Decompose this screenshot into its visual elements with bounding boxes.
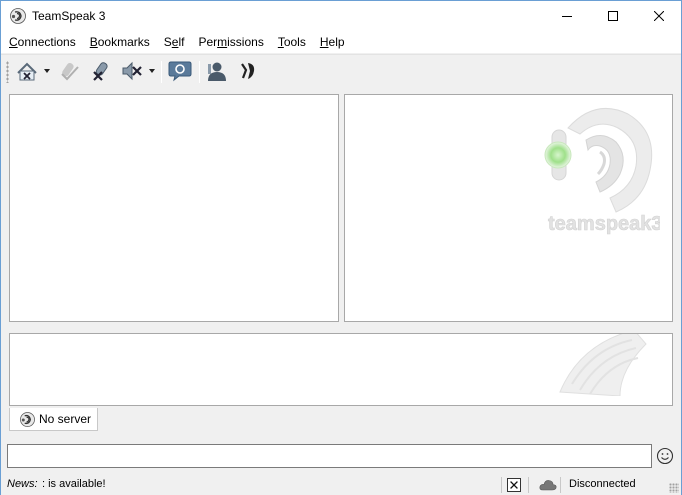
whisper-button[interactable]: [235, 59, 261, 83]
minimize-button[interactable]: [544, 1, 590, 31]
tab-label: No server: [39, 412, 92, 426]
menu-permissions[interactable]: Permissions: [191, 31, 270, 53]
emoji-icon[interactable]: [656, 447, 674, 465]
news-text[interactable]: : is available!: [42, 478, 106, 490]
disconnect-icon: [17, 62, 37, 81]
chat-log-panel[interactable]: [9, 333, 673, 406]
away-button[interactable]: [57, 59, 83, 83]
chevron-down-icon: [149, 69, 155, 73]
menu-self[interactable]: Self: [157, 31, 192, 53]
contacts-button[interactable]: [204, 59, 230, 83]
tab-no-server[interactable]: No server: [9, 408, 98, 431]
resize-grip[interactable]: [669, 483, 679, 493]
teamspeak-tab-icon: [20, 411, 35, 427]
disconnect-dropdown[interactable]: [42, 59, 52, 83]
teamspeak-window: TeamSpeak 3 Connections Bookmarks Self P…: [0, 0, 682, 495]
subscribe-channels-button[interactable]: [166, 59, 194, 83]
chevron-down-icon: [44, 69, 50, 73]
title-bar: TeamSpeak 3: [1, 1, 681, 31]
chat-watermark-icon: [559, 334, 647, 396]
teamspeak-app-icon: [10, 8, 26, 24]
toolbar-separator: [199, 61, 200, 83]
mute-microphone-icon: [93, 62, 108, 81]
away-icon: [61, 63, 79, 81]
contacts-icon: [208, 62, 226, 81]
menu-connections[interactable]: Connections: [2, 31, 83, 53]
close-icon: [654, 11, 664, 21]
speakers-dropdown[interactable]: [147, 59, 157, 83]
menu-bar: Connections Bookmarks Self Permissions T…: [1, 31, 681, 53]
channel-tree-panel[interactable]: [9, 94, 339, 322]
teamspeak-wordmark: teamspeak3: [548, 213, 660, 235]
news-label: News:: [7, 478, 38, 490]
server-info-panel[interactable]: teamspeak3: [344, 94, 673, 322]
status-separator: [501, 477, 502, 493]
toolbar-separator: [161, 61, 162, 83]
connection-status: Disconnected: [569, 478, 636, 490]
cloud-icon[interactable]: [539, 479, 557, 491]
mute-speakers-button[interactable]: [119, 59, 145, 83]
menu-help[interactable]: Help: [313, 31, 352, 53]
chat-input[interactable]: [7, 444, 652, 468]
window-title: TeamSpeak 3: [32, 9, 106, 23]
minimize-icon: [562, 16, 572, 17]
status-separator: [528, 477, 529, 493]
maximize-button[interactable]: [590, 1, 636, 31]
menu-tools[interactable]: Tools: [271, 31, 313, 53]
mute-speakers-icon: [122, 61, 142, 81]
chat-bubble-icon: [168, 61, 192, 82]
mute-microphone-button[interactable]: [88, 59, 114, 83]
toolbar-grip[interactable]: [6, 61, 9, 83]
status-separator: [560, 477, 561, 493]
close-button[interactable]: [636, 1, 682, 31]
close-news-icon[interactable]: [507, 478, 521, 492]
maximize-icon: [608, 11, 618, 21]
whisper-icon: [241, 63, 255, 79]
status-bar: News: : is available! Disconnected: [1, 475, 681, 495]
toolbar: [1, 54, 681, 86]
disconnect-button[interactable]: [14, 59, 40, 83]
menu-bookmarks[interactable]: Bookmarks: [83, 31, 157, 53]
teamspeak-logo-watermark: teamspeak3: [544, 107, 660, 235]
